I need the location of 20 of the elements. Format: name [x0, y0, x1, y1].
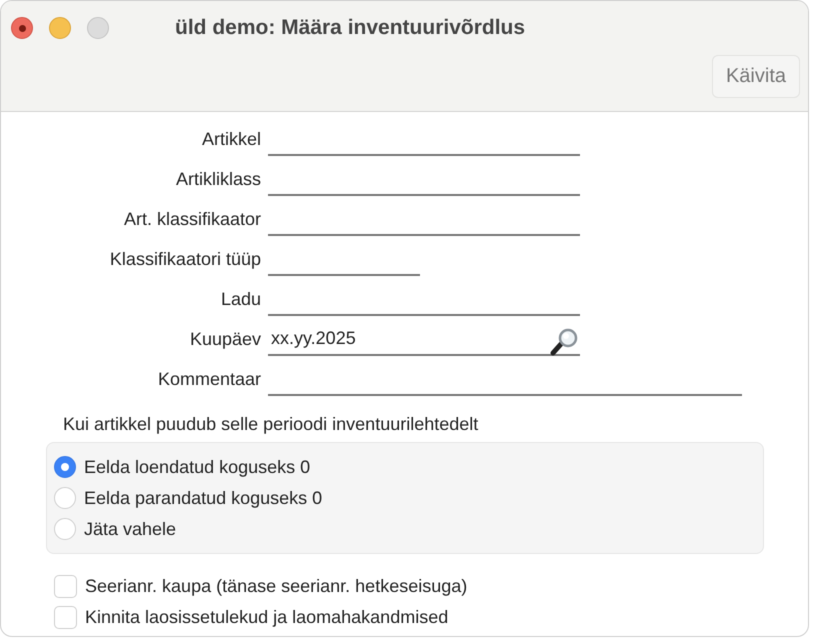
field-label: Kommentaar — [156, 368, 261, 391]
close-button[interactable] — [11, 17, 33, 39]
window-title: üld demo: Määra inventuurivõrdlus — [175, 16, 526, 40]
field-label: Artikliklass — [174, 168, 261, 191]
input-field[interactable]: xx.yy.2025 — [268, 324, 580, 356]
radio-label: Jäta vahele — [84, 518, 176, 541]
checkbox-label: Seerianr. kaupa (tänase seerianr. hetkeseisuga) — [85, 575, 468, 598]
field-label: Ladu — [220, 288, 261, 311]
radio-button[interactable] — [54, 456, 76, 478]
field-label: Kuupäev — [188, 328, 261, 351]
checkbox[interactable] — [54, 574, 77, 598]
search-icon[interactable] — [548, 328, 580, 358]
radio-label: Eelda loendatud koguseks 0 — [84, 456, 310, 479]
field-label: Artikkel — [200, 128, 261, 151]
field-label: Art. klassifikaator — [122, 208, 261, 231]
field-label: Klassifikaatori tüüp — [108, 248, 261, 271]
checkbox[interactable] — [54, 606, 77, 628]
section-heading: Kui artikkel puudub selle perioodi inventuurilehtedelt — [63, 413, 480, 436]
checkbox-label: Kinnita laosissetulekud ja laomahakandmised — [85, 606, 448, 629]
radio-label: Eelda parandatud koguseks 0 — [84, 487, 322, 510]
